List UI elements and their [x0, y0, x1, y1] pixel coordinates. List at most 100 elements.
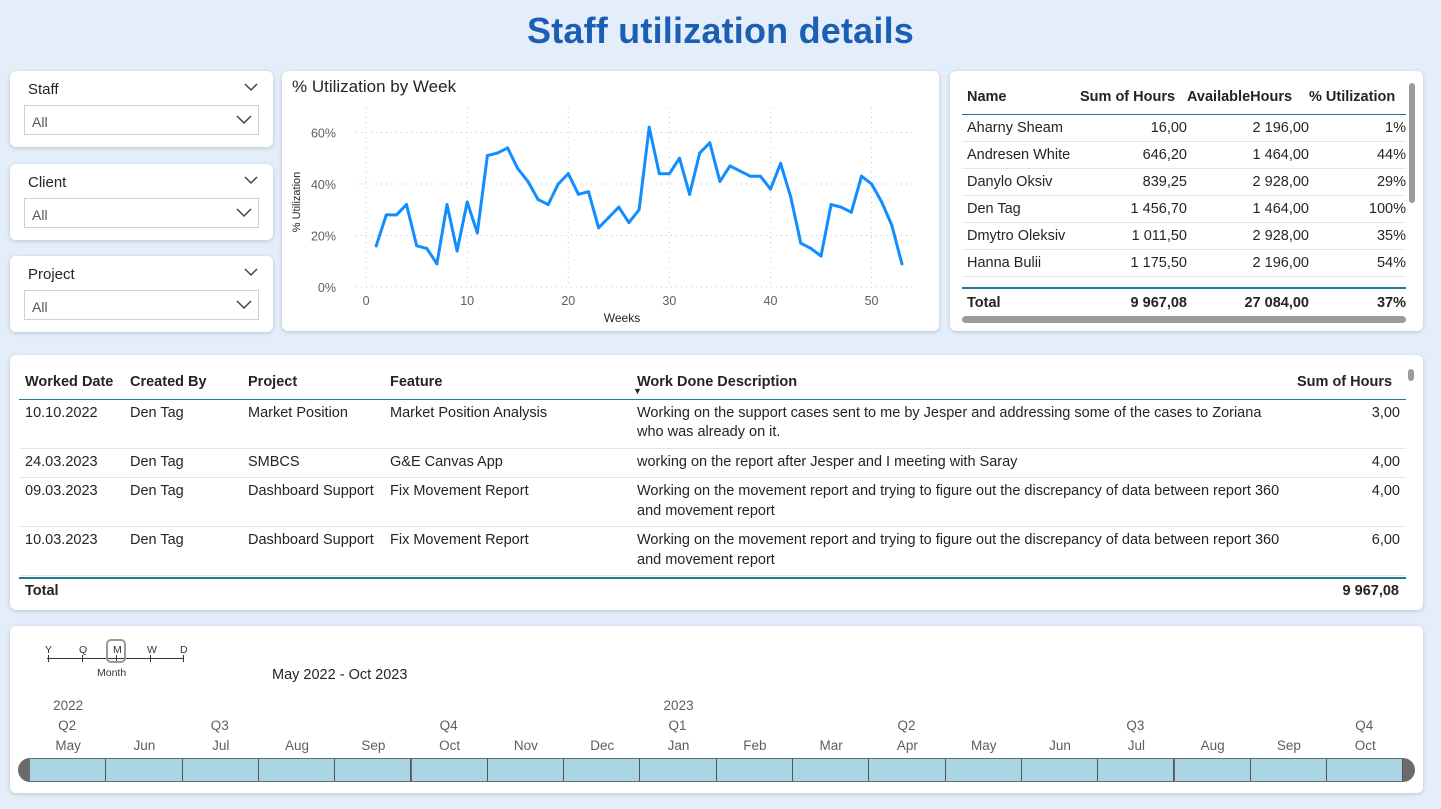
- granularity-option[interactable]: W: [147, 644, 157, 656]
- staff-dropdown-value: All: [32, 114, 48, 130]
- table-row[interactable]: 10.03.2023 Den Tag Dashboard Support Fix Mo…: [19, 527, 1406, 576]
- table-cell: 1 175,50: [1130, 254, 1187, 271]
- y-tick-label: 20%: [311, 229, 336, 243]
- staff-dropdown[interactable]: All: [24, 105, 259, 135]
- table-row[interactable]: Dmytro Oleksiv 1 011,50 2 928,00 35%: [962, 222, 1406, 249]
- data-point: [859, 174, 863, 178]
- data-point: [445, 203, 449, 207]
- data-point: [415, 244, 419, 248]
- data-point: [829, 203, 833, 207]
- timeline-month-cell[interactable]: [564, 759, 641, 781]
- timeline-month-cell[interactable]: [335, 759, 412, 781]
- table-row[interactable]: 09.03.2023 Den Tag Dashboard Support Fix Mo…: [19, 478, 1406, 527]
- vertical-scrollbar[interactable]: [1408, 369, 1414, 381]
- timeline-month-label: Apr: [896, 738, 918, 753]
- timeline-month-cell[interactable]: [640, 759, 717, 781]
- timeline-month-cell[interactable]: [1250, 759, 1328, 781]
- table-row[interactable]: Danylo Oksiv 839,25 2 928,00 29%: [962, 168, 1406, 195]
- column-header[interactable]: Project: [242, 365, 384, 399]
- vertical-scrollbar[interactable]: [1409, 83, 1415, 203]
- timeline-month-cell[interactable]: [869, 759, 946, 781]
- table-cell: 100%: [1368, 200, 1406, 217]
- utilization-series-line: [374, 125, 904, 266]
- table-cell: 1 464,00: [1252, 200, 1309, 217]
- timeline-month-label: May: [970, 738, 997, 753]
- utilization-line-chart[interactable]: 0% 20% 40% 60% 0 10 20 30 40 50 Weeks % Utilization: [282, 71, 939, 331]
- table-row[interactable]: Aharny Sheam 16,00 2 196,00 1%: [962, 114, 1406, 141]
- granularity-tick: [82, 655, 83, 662]
- column-header[interactable]: Name: [962, 81, 1080, 114]
- data-point: [526, 179, 530, 183]
- chevron-down-icon[interactable]: [244, 176, 258, 185]
- table-row[interactable]: 24.03.2023 Den Tag SMBCS G&E Canvas App work…: [19, 448, 1406, 478]
- timeline-month-cell[interactable]: [1174, 759, 1251, 781]
- column-header[interactable]: Worked Date: [19, 365, 124, 399]
- table-row[interactable]: Andresen White 646,20 1 464,00 44%: [962, 141, 1406, 168]
- utilization-chart-card[interactable]: % Utilization by Week 0% 20% 40% 60% 0 10 20 30…: [282, 71, 939, 331]
- column-header[interactable]: Sum of Hours: [1080, 81, 1187, 114]
- timeline-quarter-label: Q2: [58, 718, 77, 733]
- table-cell: 1 464,00: [1252, 146, 1309, 163]
- column-header[interactable]: Feature: [384, 365, 631, 399]
- table-row[interactable]: Den Tag 1 456,70 1 464,00 100%: [962, 195, 1406, 222]
- column-header[interactable]: % Utilization: [1309, 81, 1406, 114]
- data-point: [688, 192, 692, 196]
- client-dropdown[interactable]: All: [24, 198, 259, 228]
- column-header[interactable]: Sum of Hours: [1291, 365, 1406, 399]
- timeline-month-cell[interactable]: [1098, 759, 1175, 781]
- staff-table-card[interactable]: Name Sum of Hours AvailableHours% Utilizat…: [950, 71, 1423, 331]
- timeline-month-cell[interactable]: [411, 759, 488, 781]
- timeline-month-cell[interactable]: [106, 759, 183, 781]
- granularity-option[interactable]: Q: [79, 644, 87, 656]
- column-header[interactable]: AvailableHours: [1187, 81, 1309, 114]
- timeline-month-label: Feb: [743, 738, 767, 753]
- table-cell: Danylo Oksiv: [967, 173, 1053, 190]
- horizontal-scrollbar[interactable]: [962, 316, 1406, 323]
- data-point: [698, 151, 702, 155]
- timeline-year-label: 2022: [53, 698, 84, 713]
- project-dropdown[interactable]: All: [24, 290, 259, 320]
- chevron-down-icon[interactable]: [244, 83, 258, 92]
- work-details-table[interactable]: Worked Date Created By Project Feature Work …: [19, 365, 1406, 577]
- total-cell: 37%: [1376, 294, 1406, 311]
- timeline-quarter-label: Q3: [1126, 718, 1145, 733]
- timeline-month-cell[interactable]: [30, 759, 107, 781]
- staff-slicer[interactable]: Staff All: [10, 71, 273, 147]
- granularity-handle[interactable]: [106, 639, 126, 663]
- timeline-month-label: May: [55, 738, 81, 753]
- timeline-month-cell[interactable]: [793, 759, 870, 781]
- table-cell: Fix Movement Report: [390, 483, 529, 499]
- table-cell: 24.03.2023: [25, 453, 98, 470]
- timeline-month-cell[interactable]: [1021, 759, 1099, 781]
- timeline-month-cell[interactable]: [487, 759, 565, 781]
- data-point: [455, 249, 459, 253]
- timeline-month-cell[interactable]: [945, 759, 1022, 781]
- data-point: [384, 213, 388, 217]
- column-header[interactable]: Created By: [124, 365, 242, 399]
- chevron-down-icon[interactable]: [244, 268, 258, 277]
- data-point: [506, 146, 510, 150]
- timeline-month-cell[interactable]: [1327, 759, 1404, 781]
- column-header[interactable]: Work Done Description ▼: [631, 365, 1291, 399]
- y-tick-label: 40%: [311, 178, 336, 192]
- x-tick-label: 30: [662, 294, 676, 308]
- table-cell: Dmytro Oleksiv: [967, 227, 1066, 244]
- client-slicer[interactable]: Client All: [10, 164, 273, 240]
- table-cell: Working on the support cases sent to me …: [637, 404, 1262, 441]
- table-cell: Den Tag: [130, 483, 184, 499]
- table-cell: Hanna Bulii: [967, 254, 1042, 271]
- table-row[interactable]: Hanna Bulii 1 175,50 2 196,00 54%: [962, 249, 1406, 276]
- data-point: [718, 179, 722, 183]
- timeline-month-cell[interactable]: [716, 759, 793, 781]
- data-point: [870, 182, 874, 186]
- timeline-month-label: Aug: [285, 738, 310, 753]
- table-row[interactable]: 10.10.2022 Den Tag Market Position Market P…: [19, 399, 1406, 448]
- timeline-month-cell[interactable]: [258, 759, 336, 781]
- timeline-month-label: Jun: [133, 738, 156, 753]
- project-slicer[interactable]: Project All: [10, 256, 273, 332]
- data-point: [597, 226, 601, 230]
- staff-table[interactable]: Name Sum of Hours AvailableHours% Utilizat…: [962, 81, 1406, 316]
- timeline-month-cell[interactable]: [182, 759, 259, 781]
- work-details-table-card[interactable]: Worked Date Created By Project Feature Work …: [10, 355, 1423, 610]
- table-cell: G&E Canvas App: [390, 453, 503, 470]
